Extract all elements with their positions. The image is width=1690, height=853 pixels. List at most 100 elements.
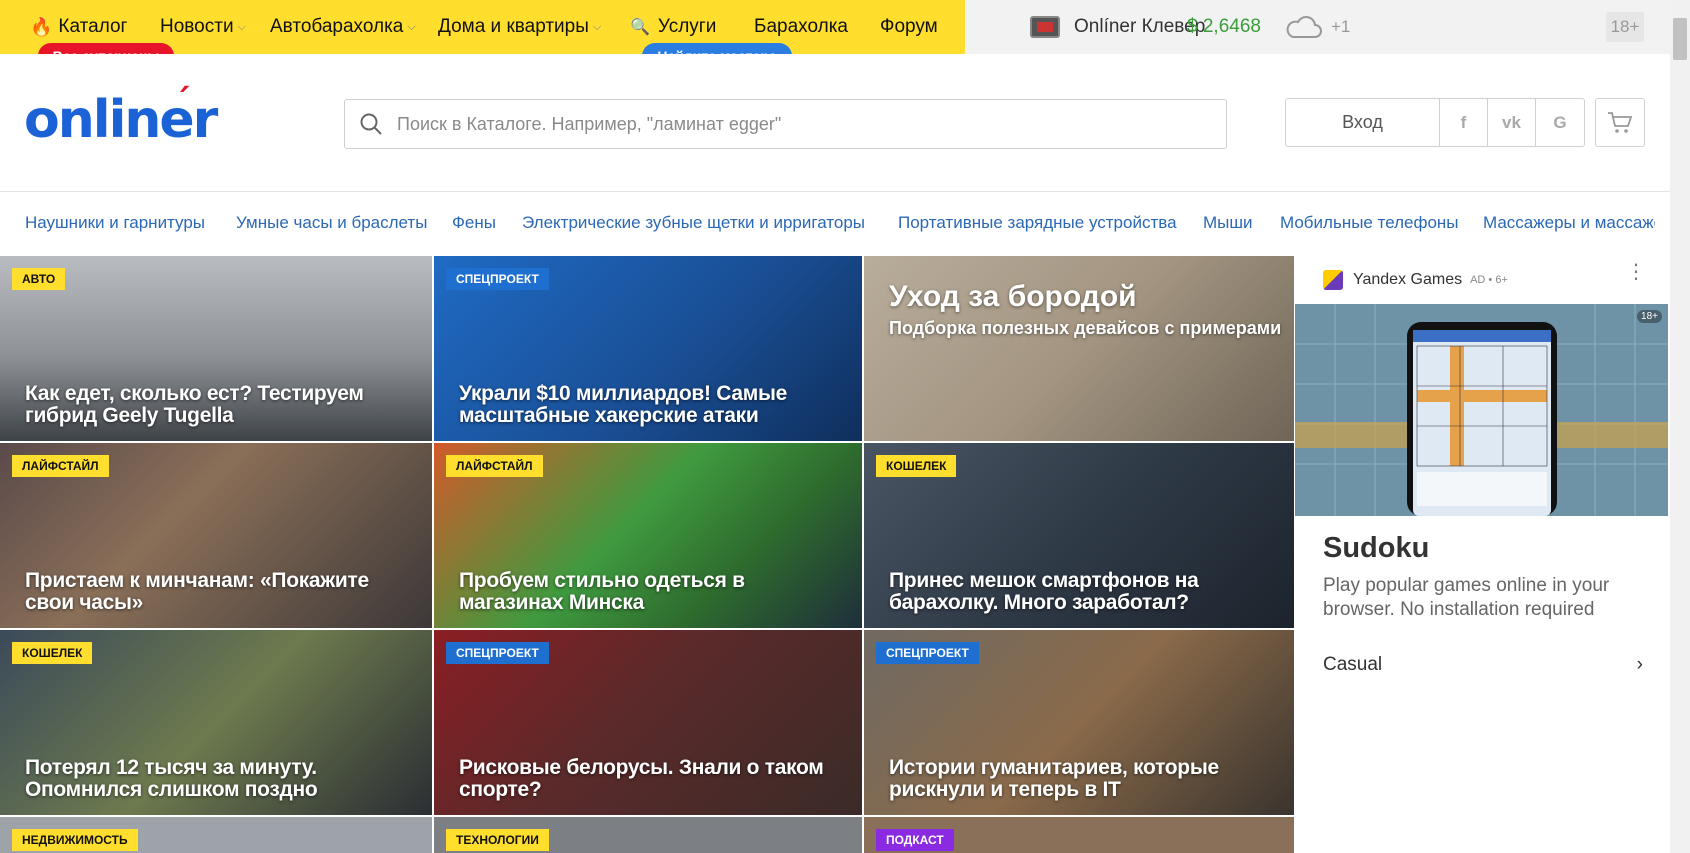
news-tag: СПЕЦПРОЕКТ xyxy=(876,642,979,664)
more-icon[interactable]: ⋮ xyxy=(1626,262,1646,282)
nav-baraholka[interactable]: Барахолка xyxy=(754,16,848,38)
news-tag: АВТО xyxy=(12,268,66,290)
flame-icon: 🔥 xyxy=(30,16,53,37)
clever-label: Onlíner Клевер xyxy=(1074,16,1206,37)
magnifier-icon: 🔍 xyxy=(630,19,650,36)
sudoku-illustration xyxy=(1295,304,1668,516)
logo-accent: ´ xyxy=(174,82,191,122)
search-icon xyxy=(360,113,382,135)
clever-link[interactable]: Onlíner Клевер xyxy=(1030,0,1205,54)
news-title: Пристаем к минчанам: «Покажите свои часы… xyxy=(25,569,369,614)
nav-realty-label: Дома и квартиры xyxy=(438,16,589,37)
news-title: Уход за бородой xyxy=(889,280,1137,313)
yandex-games-icon xyxy=(1323,270,1343,290)
news-tag: КОШЕЛЕК xyxy=(876,455,957,477)
cart-icon xyxy=(1608,111,1633,133)
top-bar: 🔥 Каталог Новости ⌵ Автобарахолка ⌵ Дома и… xyxy=(0,0,1690,69)
ad-category-label: Casual xyxy=(1323,654,1383,675)
news-card[interactable]: АВТО Как едет, сколько ест? Тестируем ги… xyxy=(0,256,432,441)
news-card[interactable]: НЕДВИЖИМОСТЬ xyxy=(0,817,432,853)
scrollbar-thumb[interactable] xyxy=(1673,18,1687,60)
news-title: Истории гуманитариев, которые рискнули и… xyxy=(889,756,1219,801)
chevron-down-icon: ⌵ xyxy=(407,20,416,33)
ad-category-link[interactable]: Casual › xyxy=(1323,654,1643,676)
news-card[interactable]: ЛАЙФСТАЙЛ Пробуем стильно одеться в мага… xyxy=(434,443,862,628)
news-title: Украли $10 миллиардов! Самые масштабные … xyxy=(459,382,788,427)
news-title: Принес мешок смартфонов на барахолку. Мн… xyxy=(889,569,1199,614)
vk-icon[interactable]: vk xyxy=(1488,99,1536,146)
nav-catalog[interactable]: 🔥 Каталог xyxy=(30,16,128,38)
nav-baraholka-label: Барахолка xyxy=(754,16,848,37)
news-tag: НЕДВИЖИМОСТЬ xyxy=(12,829,138,851)
news-tag: ЛАЙФСТАЙЛ xyxy=(12,455,109,477)
news-card[interactable]: Уход за бородой Подборка полезных девайс… xyxy=(864,256,1294,441)
category-link[interactable]: Мобильные телефоны xyxy=(1280,213,1459,233)
nav-catalog-label: Каталог xyxy=(58,16,128,37)
cart-button[interactable] xyxy=(1595,98,1645,147)
nav-realty[interactable]: Дома и квартиры ⌵ xyxy=(438,16,601,38)
facebook-icon[interactable]: f xyxy=(1440,99,1488,146)
ad-title: Sudoku xyxy=(1323,532,1430,564)
category-link[interactable]: Массажеры и массаже xyxy=(1483,213,1655,233)
news-tag: КОШЕЛЕК xyxy=(12,642,93,664)
chevron-right-icon: › xyxy=(1636,654,1643,675)
nav-autobaraholka-label: Автобарахолка xyxy=(270,16,404,37)
google-icon[interactable]: G xyxy=(1536,99,1584,146)
search-input[interactable] xyxy=(397,113,1177,135)
age-badge: 18+ xyxy=(1606,12,1644,42)
nav-forum[interactable]: Форум xyxy=(880,16,938,38)
nav-autobaraholka[interactable]: Автобарахолка ⌵ xyxy=(270,16,416,38)
clever-icon xyxy=(1030,16,1060,38)
ad-image[interactable]: 18+ xyxy=(1295,304,1668,516)
chevron-down-icon: ⌵ xyxy=(237,20,246,33)
news-grid: АВТО Как едет, сколько ест? Тестируем ги… xyxy=(0,256,1294,853)
news-card[interactable]: ПОДКАСТ xyxy=(864,817,1294,853)
news-title: Потерял 12 тысяч за минуту. Опомнился сл… xyxy=(25,756,318,801)
chevron-down-icon: ⌵ xyxy=(592,20,602,33)
category-link[interactable]: Электрические зубные щетки и ирригаторы xyxy=(522,213,865,233)
news-title: Рисковые белорусы. Знали о таком спорте? xyxy=(459,756,824,801)
ad-description: Play popular games online in your browse… xyxy=(1323,575,1610,620)
category-links: Наушники и гарнитуры Умные часы и брасле… xyxy=(0,193,1655,255)
news-tag: ЛАЙФСТАЙЛ xyxy=(446,455,543,477)
news-title: Как едет, сколько ест? Тестируем гибрид … xyxy=(25,382,364,427)
nav-services-label: Услуги xyxy=(657,16,717,37)
news-card[interactable]: СПЕЦПРОЕКТ Украли $10 миллиардов! Самые … xyxy=(434,256,862,441)
weather-widget[interactable]: +1 xyxy=(1283,0,1350,54)
news-card[interactable]: КОШЕЛЕК Принес мешок смартфонов на барах… xyxy=(864,443,1294,628)
news-tag: ТЕХНОЛОГИИ xyxy=(446,829,549,851)
catalog-search[interactable] xyxy=(344,99,1227,149)
nav-forum-label: Форум xyxy=(880,16,938,37)
onliner-logo[interactable]: onliner ´ xyxy=(24,82,218,150)
category-link[interactable]: Наушники и гарнитуры xyxy=(25,213,205,233)
news-card[interactable]: СПЕЦПРОЕКТ Истории гуманитариев, которые… xyxy=(864,630,1294,815)
ad-block[interactable]: Yandex Games AD • 6+ ⋮ 18+ Sudoku Play p… xyxy=(1295,256,1668,853)
nav-news-label: Новости xyxy=(160,16,234,37)
news-card[interactable]: ТЕХНОЛОГИИ xyxy=(434,817,862,853)
category-link[interactable]: Умные часы и браслеты xyxy=(236,213,427,233)
news-card[interactable]: СПЕЦПРОЕКТ Рисковые белорусы. Знали о та… xyxy=(434,630,862,815)
category-link[interactable]: Фены xyxy=(452,213,496,233)
news-card[interactable]: КОШЕЛЕК Потерял 12 тысяч за минуту. Опом… xyxy=(0,630,432,815)
news-card[interactable]: ЛАЙФСТАЙЛ Пристаем к минчанам: «Покажите… xyxy=(0,443,432,628)
ad-age-badge: 18+ xyxy=(1637,310,1662,323)
news-tag: СПЕЦПРОЕКТ xyxy=(446,642,549,664)
category-link[interactable]: Мыши xyxy=(1203,213,1253,233)
ad-mark: AD • 6+ xyxy=(1470,274,1508,286)
page-scrollbar[interactable] xyxy=(1670,0,1690,853)
news-tag: ПОДКАСТ xyxy=(876,829,954,851)
category-link[interactable]: Портативные зарядные устройства xyxy=(898,213,1177,233)
nav-services[interactable]: 🔍 Услуги xyxy=(630,16,716,38)
news-title: Пробуем стильно одеться в магазинах Минс… xyxy=(459,569,745,614)
news-subtitle: Подборка полезных девайсов с примерами xyxy=(889,318,1282,338)
nav-news[interactable]: Новости ⌵ xyxy=(160,16,246,38)
login-button[interactable]: Вход xyxy=(1286,99,1440,146)
ad-header: Yandex Games AD • 6+ ⋮ xyxy=(1295,256,1668,304)
ad-brand: Yandex Games xyxy=(1353,271,1463,288)
temperature-label: +1 xyxy=(1331,17,1351,36)
cloud-icon xyxy=(1286,16,1322,38)
auth-panel: Вход f vk G xyxy=(1285,98,1585,147)
site-header: onliner´ Вход f vk G xyxy=(0,54,1670,192)
news-tag: СПЕЦПРОЕКТ xyxy=(446,268,549,290)
currency-rate[interactable]: $ 2,6468 xyxy=(1187,0,1261,54)
